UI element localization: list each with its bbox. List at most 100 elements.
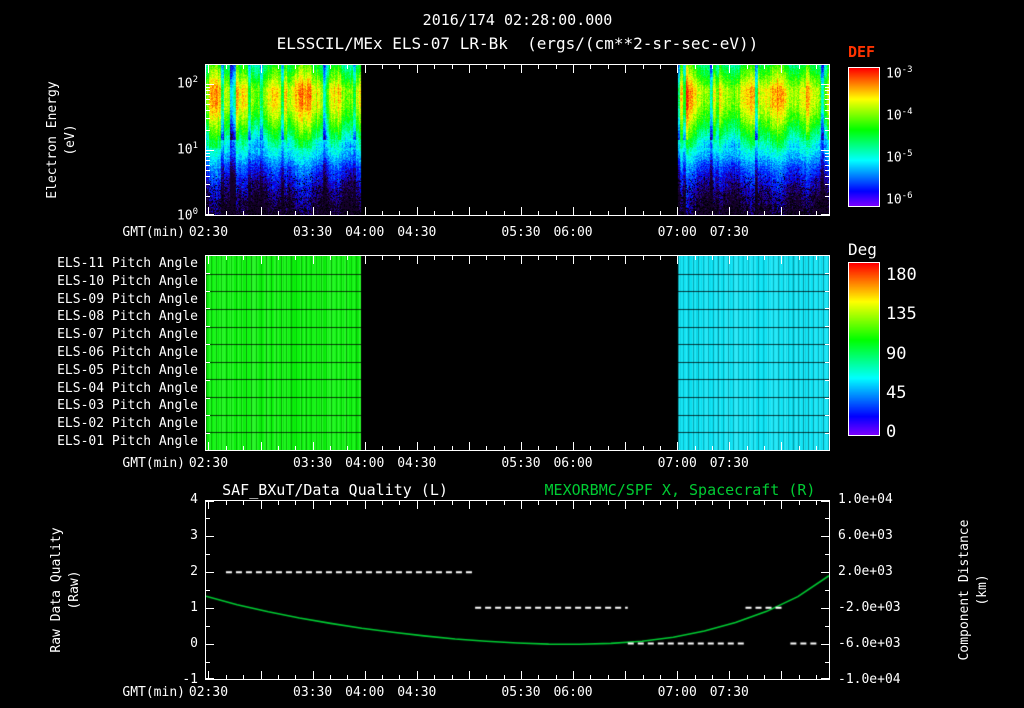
- x-tick-label: 04:00: [345, 225, 385, 240]
- x-axis-tick: [504, 65, 505, 69]
- x-axis-tick: [608, 675, 609, 679]
- y-axis-tick: [825, 118, 829, 119]
- els-quicklook-display: 2016/174 02:28:00.000 ELSSCIL/MEx ELS-07…: [0, 0, 1024, 708]
- spectrogram-canvas: [206, 65, 829, 215]
- x-axis-tick: [660, 501, 661, 505]
- x-axis-tick: [660, 65, 661, 69]
- y-axis-tick: [206, 572, 214, 573]
- x-tick-label: 04:30: [397, 225, 437, 240]
- x-axis-tick: [521, 256, 522, 264]
- x-axis-tick: [434, 256, 435, 260]
- x-axis-tick: [747, 501, 748, 505]
- x-axis-tick: [469, 256, 470, 264]
- x-axis-tick: [590, 256, 591, 260]
- y-axis-tick: [206, 156, 210, 157]
- x-axis-tick: [695, 65, 696, 69]
- x-axis-tick: [243, 65, 244, 69]
- x-axis-tick: [434, 211, 435, 215]
- x-axis-tick: [347, 65, 348, 69]
- x-axis-tick: [226, 446, 227, 450]
- y-axis-tick: [206, 644, 214, 645]
- x-tick-label: 05:30: [501, 685, 541, 700]
- x-axis-tick: [608, 256, 609, 260]
- x-axis-tick: [313, 65, 314, 73]
- x-axis-tick: [261, 501, 262, 509]
- x-axis-tick: [747, 211, 748, 215]
- y-axis-tick: [825, 165, 829, 166]
- y-axis-tick: [825, 398, 829, 399]
- x-axis-tick: [365, 65, 366, 73]
- x-axis-tick: [556, 211, 557, 215]
- pitch-row-label: ELS-10 Pitch Angle: [57, 273, 198, 289]
- x-axis-tick: [382, 446, 383, 450]
- y-axis-tick: [206, 170, 210, 171]
- x-axis-tick: [278, 256, 279, 260]
- x-axis-tick: [573, 65, 574, 73]
- y-axis-tick: [825, 273, 829, 274]
- dataset-title: ELSSCIL/MEx ELS-07 LR-Bk (ergs/(cm**2-sr…: [276, 34, 759, 53]
- y-axis-tick: [206, 291, 210, 292]
- colorbar-tick-label: 90: [886, 343, 907, 364]
- x-tick-label: 02:30: [188, 456, 229, 471]
- x-axis-tick: [365, 442, 366, 450]
- x-axis-tick: [695, 256, 696, 260]
- x-axis-tick: [208, 501, 209, 509]
- x-tick-label: 04:30: [397, 456, 437, 471]
- x-axis-tick: [764, 211, 765, 215]
- right-ylabel-line2: (km): [975, 574, 990, 606]
- pitch-row-label: ELS-02 Pitch Angle: [57, 416, 198, 432]
- x-axis-tick: [781, 256, 782, 264]
- x-axis-tick: [556, 446, 557, 450]
- x-axis-tick: [799, 446, 800, 450]
- x-axis-tick: [208, 65, 209, 73]
- x-axis-tick: [365, 207, 366, 215]
- x-axis-tick: [747, 675, 748, 679]
- left-ylabel-line2: (Raw): [67, 570, 82, 610]
- x-axis-tick: [747, 65, 748, 69]
- pitch-row-label: ELS-11 Pitch Angle: [57, 255, 198, 271]
- y-axis-tick: [821, 536, 829, 537]
- left-tick-label: 4: [190, 492, 198, 507]
- left-ylabel-line1: Raw Data Quality: [48, 527, 64, 653]
- x-axis-tick: [747, 446, 748, 450]
- y-axis-tick: [206, 608, 214, 609]
- top-ylabel-line1: Electron Energy: [44, 81, 60, 199]
- x-axis-tick: [781, 671, 782, 679]
- right-tick-label: 1.0e+04: [838, 492, 893, 507]
- y-axis-tick: [821, 678, 829, 679]
- x-axis-tick: [399, 65, 400, 69]
- y-axis-tick: [206, 153, 210, 154]
- x-axis-tick: [556, 501, 557, 505]
- x-axis-tick: [781, 65, 782, 73]
- y-axis-tick: [825, 380, 829, 381]
- x-axis-tick: [712, 211, 713, 215]
- x-axis-tick: [243, 446, 244, 450]
- right-tick-label: -2.0e+03: [838, 600, 901, 615]
- y-axis-tick: [206, 415, 210, 416]
- bottom-right-series-title: MEXORBMC/SPF X, Spacecraft (R): [544, 481, 816, 499]
- x-axis-tick: [452, 211, 453, 215]
- x-axis-tick: [608, 65, 609, 69]
- x-axis-tick: [764, 446, 765, 450]
- x-axis-tick: [660, 256, 661, 260]
- x-axis-tick: [261, 256, 262, 264]
- colorbar-tick-label: 10-4: [886, 107, 913, 124]
- x-tick-label: 06:00: [553, 225, 593, 240]
- colorbar-def-title: DEF: [848, 43, 876, 61]
- time-axis-middle: GMT(min) 02:30 03:30 04:00 04:30 05:30 06:00 0…: [0, 456, 1024, 474]
- x-axis-tick: [452, 675, 453, 679]
- y-axis-tick: [821, 644, 829, 645]
- y-axis-tick: [206, 150, 214, 151]
- y-axis-tick: [206, 87, 210, 88]
- x-axis-tick: [590, 446, 591, 450]
- left-tick-label: 2: [190, 564, 198, 579]
- x-axis-tick: [452, 65, 453, 69]
- y-axis-tick: [206, 176, 210, 177]
- y-axis-tick: [206, 536, 214, 537]
- x-axis-tick: [764, 501, 765, 505]
- y-axis-tick: [825, 104, 829, 105]
- pitch-row-label: ELS-03 Pitch Angle: [57, 398, 198, 414]
- y-axis-tick: [825, 415, 829, 416]
- x-axis-tick: [608, 211, 609, 215]
- x-axis-tick: [452, 446, 453, 450]
